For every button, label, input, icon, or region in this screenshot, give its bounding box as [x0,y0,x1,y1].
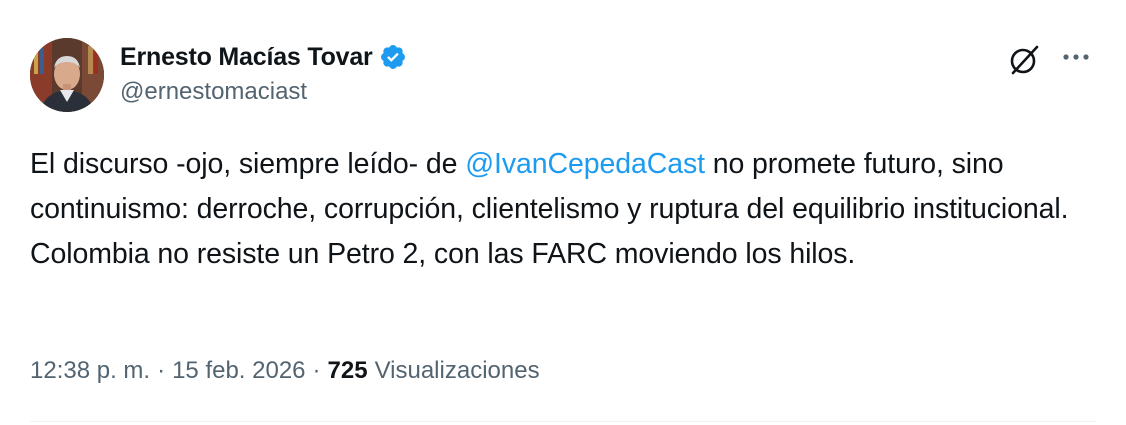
tweet-card: Ernesto Macías Tovar @ernestomaciast El … [0,0,1126,425]
author-name-row: Ernesto Macías Tovar [120,40,407,74]
tweet-date[interactable]: 15 feb. 2026 [172,357,305,385]
tweet-text: El discurso -ojo, siempre leído- de @Iva… [30,142,1100,277]
divider [30,421,1096,422]
more-options-button[interactable] [1056,40,1096,74]
grok-icon [1010,45,1039,75]
author-display-name[interactable]: Ernesto Macías Tovar [120,43,373,72]
avatar-image [30,38,104,112]
tweet-metadata: 12:38 p. m. · 15 feb. 2026 · 725 Visuali… [30,352,540,390]
more-options-icon [1063,54,1089,60]
tweet-time[interactable]: 12:38 p. m. [30,357,150,385]
views-count[interactable]: 725 [328,357,368,385]
mention-link[interactable]: @IvanCepedaCast [465,148,705,180]
avatar[interactable] [30,38,104,112]
grok-button[interactable] [1004,40,1044,80]
meta-separator: · [312,357,321,384]
tweet-text-part: El discurso -ojo, siempre leído- de [30,148,466,180]
meta-separator: · [157,357,166,384]
verified-badge-icon[interactable] [379,43,407,71]
author-handle[interactable]: @ernestomaciast [120,78,307,106]
views-label[interactable]: Visualizaciones [375,357,540,385]
